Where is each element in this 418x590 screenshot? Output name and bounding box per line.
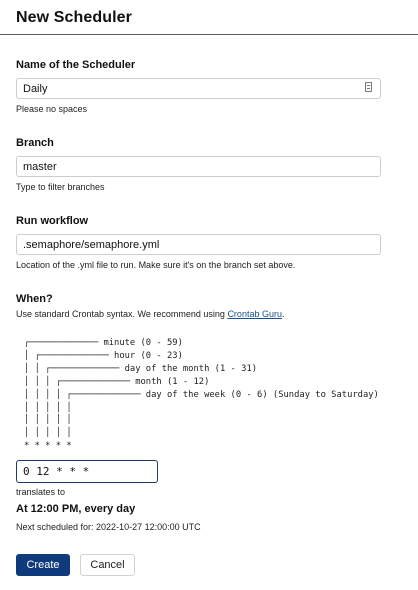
cron-syntax-diagram: ┌───────────── minute (0 - 59) │ ┌──────… xyxy=(24,338,379,452)
workflow-path-input[interactable] xyxy=(16,234,381,255)
workflow-label: Run workflow xyxy=(16,215,89,227)
name-label: Name of the Scheduler xyxy=(16,59,136,71)
crontab-guru-link[interactable]: Crontab Guru xyxy=(227,309,282,319)
name-hint: Please no spaces xyxy=(16,104,88,114)
cron-expression-input[interactable] xyxy=(16,460,158,483)
crontab-hint-text: Use standard Crontab syntax. We recommen… xyxy=(16,309,228,319)
title-divider xyxy=(0,34,418,35)
workflow-hint: Location of the .yml file to run. Make s… xyxy=(16,260,296,270)
translates-label: translates to xyxy=(16,487,66,497)
branch-input[interactable] xyxy=(16,156,381,177)
crontab-hint-suffix: . xyxy=(281,309,285,319)
cancel-button[interactable]: Cancel xyxy=(80,554,135,576)
branch-hint: Type to filter branches xyxy=(16,182,105,192)
branch-label: Branch xyxy=(16,137,54,149)
schedule-description: At 12:00 PM, every day xyxy=(16,503,136,515)
create-button[interactable]: Create xyxy=(16,554,70,576)
page-title: New Scheduler xyxy=(16,9,133,26)
password-manager-icon[interactable] xyxy=(365,82,372,92)
crontab-hint: Use standard Crontab syntax. We recommen… xyxy=(16,309,284,319)
when-label: When? xyxy=(16,293,53,305)
scheduler-name-input[interactable] xyxy=(16,78,381,99)
next-scheduled-text: Next scheduled for: 2022-10-27 12:00:00 … xyxy=(16,522,201,532)
